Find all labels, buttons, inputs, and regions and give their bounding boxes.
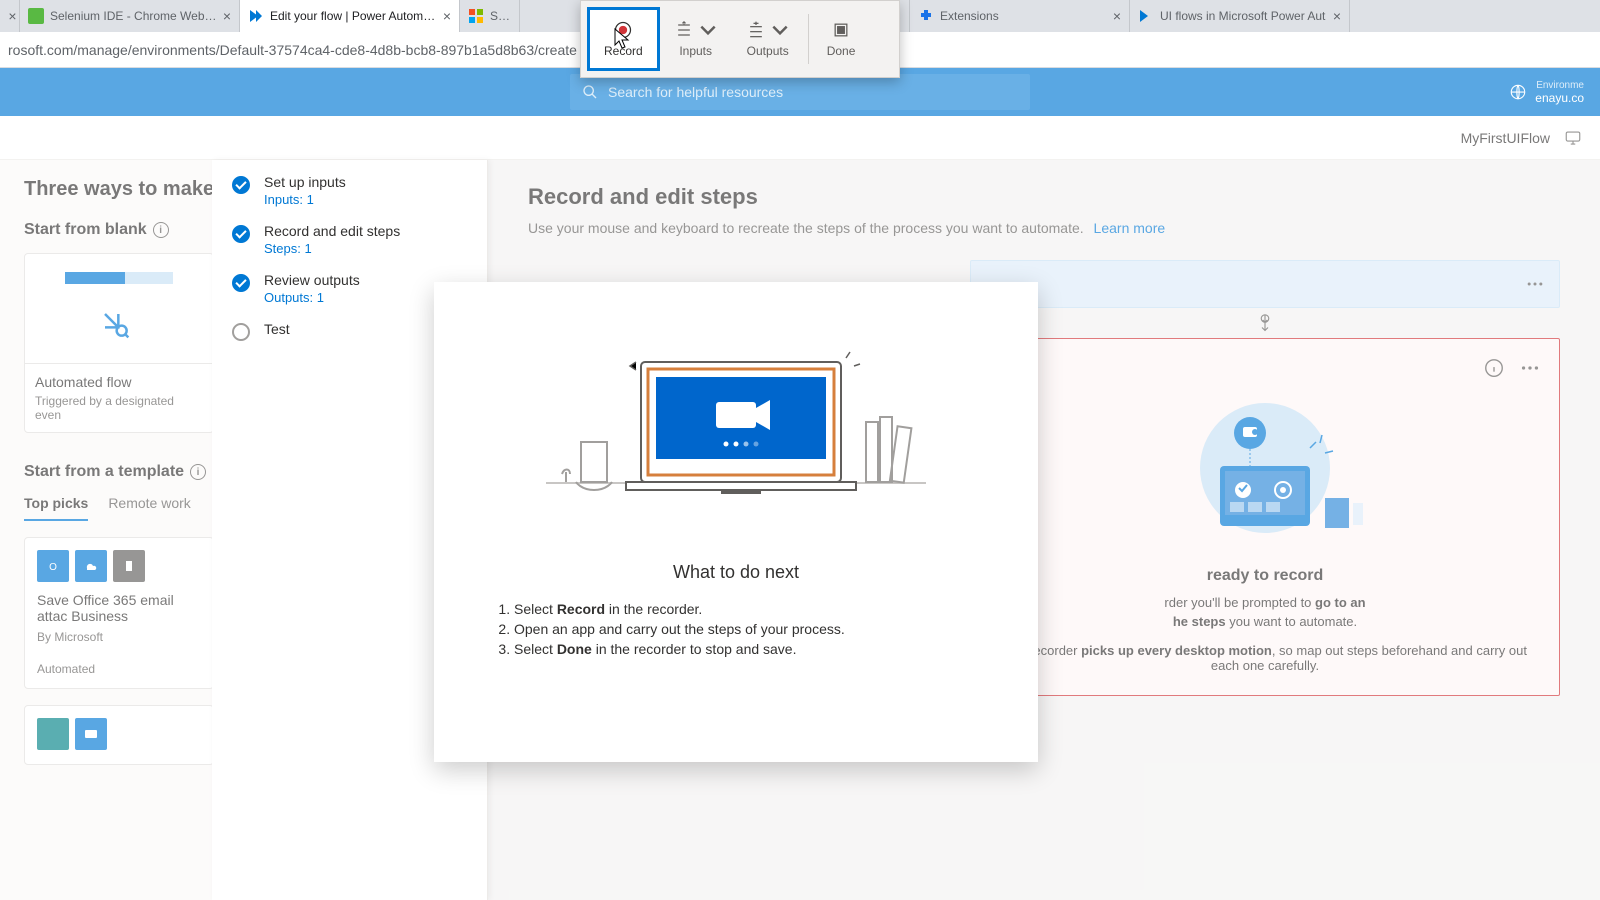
info-icon[interactable]: i: [153, 222, 169, 238]
browser-tab[interactable]: Set up: [460, 0, 520, 32]
info-icon[interactable]: i: [190, 464, 206, 480]
flow-name: MyFirstUIFlow: [1461, 130, 1550, 146]
more-icon[interactable]: [1525, 274, 1545, 294]
feedback-icon[interactable]: [1564, 129, 1582, 147]
close-icon[interactable]: ×: [8, 8, 16, 24]
chevron-down-icon: [698, 20, 718, 40]
environment-picker[interactable]: Environme enayu.co: [1509, 80, 1584, 105]
close-icon[interactable]: ×: [1333, 8, 1341, 24]
browser-tab[interactable]: Extensions ×: [910, 0, 1130, 32]
search-input[interactable]: [608, 84, 1018, 100]
globe-icon: [1509, 83, 1527, 101]
list-item: Select Record in the recorder.: [514, 601, 978, 617]
recorder-ready-heading: ready to record: [989, 567, 1541, 585]
svg-text:O: O: [49, 562, 57, 573]
flow-connector[interactable]: [970, 308, 1560, 338]
info-icon[interactable]: [1483, 357, 1505, 379]
check-icon: [232, 274, 250, 292]
modal-title: What to do next: [494, 562, 978, 583]
record-step-panel: ready to record rder you'll be prompted …: [970, 260, 1560, 696]
wizard-step-record[interactable]: Record and edit stepsSteps: 1: [212, 215, 487, 264]
extension-icon: [918, 8, 934, 24]
modal-illustration: [494, 312, 978, 532]
done-button[interactable]: Done: [813, 7, 870, 71]
modal-steps-list: Select Record in the recorder. Open an a…: [494, 601, 978, 657]
browser-tab-active[interactable]: Edit your flow | Power Automate ×: [240, 0, 460, 32]
onedrive-icon: [75, 550, 107, 582]
search-box[interactable]: [570, 74, 1030, 110]
automated-flow-card[interactable]: Automated flow Triggered by a designated…: [24, 253, 214, 433]
template-card[interactable]: O Save Office 365 email attac Business B…: [24, 537, 214, 689]
browser-tab[interactable]: UI flows in Microsoft Power Aut ×: [1130, 0, 1350, 32]
selenium-icon: [28, 8, 44, 24]
inputs-icon: [674, 20, 694, 40]
learn-more-link[interactable]: Learn more: [1094, 220, 1166, 236]
check-icon: [232, 176, 250, 194]
chevron-down-icon: [770, 20, 790, 40]
outputs-button[interactable]: Outputs: [732, 7, 804, 71]
connector-icon: [37, 718, 69, 750]
tab-top-picks[interactable]: Top picks: [24, 495, 88, 521]
more-icon[interactable]: [1519, 357, 1541, 379]
browser-tab[interactable]: Selenium IDE - Chrome Web Sto ×: [20, 0, 240, 32]
record-icon: [613, 20, 633, 40]
recorder-info-box: ready to record rder you'll be prompted …: [970, 338, 1560, 696]
browser-tab[interactable]: ×: [0, 0, 20, 32]
stop-icon: [831, 20, 851, 40]
power-automate-icon: [248, 8, 264, 24]
content-lead: Use your mouse and keyboard to recreate …: [528, 220, 1560, 236]
inputs-button[interactable]: Inputs: [660, 7, 732, 71]
record-button[interactable]: Record: [587, 7, 660, 71]
connector-icon: [75, 718, 107, 750]
check-icon: [232, 225, 250, 243]
search-icon: [582, 84, 598, 100]
recorder-illustration: [989, 393, 1541, 553]
ms-icon: [468, 8, 484, 24]
circle-icon: [232, 323, 250, 341]
what-to-do-next-modal: What to do next Select Record in the rec…: [434, 282, 1038, 762]
outputs-icon: [746, 20, 766, 40]
flow-title-bar: MyFirstUIFlow: [0, 116, 1600, 160]
connector-icon: [113, 550, 145, 582]
content-heading: Record and edit steps: [528, 184, 1560, 210]
close-icon[interactable]: ×: [223, 8, 231, 24]
list-item: Open an app and carry out the steps of y…: [514, 621, 978, 637]
flow-step-row[interactable]: [970, 260, 1560, 308]
outlook-icon: O: [37, 550, 69, 582]
close-icon[interactable]: ×: [1113, 8, 1121, 24]
recorder-toolbar: Record Inputs Outputs Done: [580, 0, 900, 78]
power-automate-icon: [1138, 8, 1154, 24]
template-card[interactable]: [24, 705, 214, 765]
close-icon[interactable]: ×: [443, 8, 451, 24]
tab-remote-work[interactable]: Remote work: [108, 495, 190, 521]
wizard-step-inputs[interactable]: Set up inputsInputs: 1: [212, 166, 487, 215]
list-item: Select Done in the recorder to stop and …: [514, 641, 978, 657]
